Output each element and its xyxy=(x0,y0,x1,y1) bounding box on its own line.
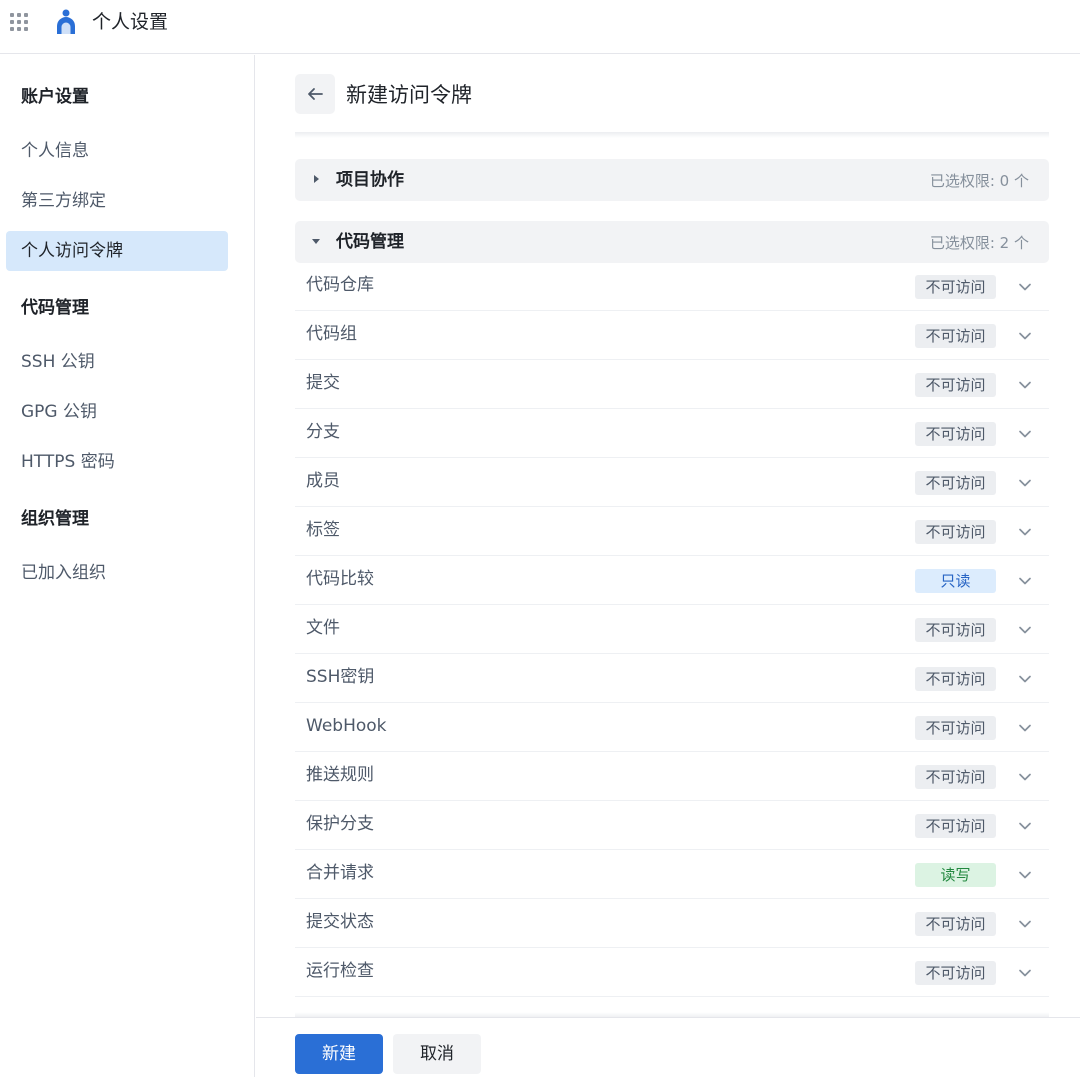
permission-label: WebHook xyxy=(306,716,387,736)
permission-row: 提交状态 不可访问 xyxy=(295,899,1049,948)
permission-label: SSH密钥 xyxy=(306,667,375,687)
permission-row: 代码组 不可访问 xyxy=(295,311,1049,360)
permission-row: 代码比较 只读 xyxy=(295,556,1049,605)
sidebar: 账户设置 个人信息 第三方绑定 个人访问令牌 代码管理 SSH 公钥 GPG 公… xyxy=(0,55,255,1077)
permission-row: 提交 不可访问 xyxy=(295,360,1049,409)
permission-row: 文件 不可访问 xyxy=(295,605,1049,654)
permission-label: 成员 xyxy=(306,471,340,491)
sidebar-item-profile[interactable]: 个人信息 xyxy=(6,131,228,171)
access-level-badge: 不可访问 xyxy=(915,716,996,740)
access-level-badge: 不可访问 xyxy=(915,324,996,348)
permission-label: 文件 xyxy=(306,618,340,638)
chevron-down-icon[interactable] xyxy=(1016,719,1034,737)
section-project-collab[interactable]: 项目协作 已选权限: 0 个 xyxy=(295,159,1049,201)
sidebar-item-gpg-key[interactable]: GPG 公钥 xyxy=(6,392,228,432)
arrow-left-icon xyxy=(308,88,323,100)
section-count: 已选权限: 0 个 xyxy=(929,172,1029,190)
create-button[interactable]: 新建 xyxy=(295,1034,383,1074)
access-level-badge: 不可访问 xyxy=(915,814,996,838)
chevron-down-icon[interactable] xyxy=(1016,278,1034,296)
chevron-down-icon[interactable] xyxy=(1016,376,1034,394)
chevron-down-icon[interactable] xyxy=(1016,964,1034,982)
permission-row: 合并请求 读写 xyxy=(295,850,1049,899)
chevron-down-icon[interactable] xyxy=(1016,915,1034,933)
sidebar-group-code: 代码管理 xyxy=(21,298,89,318)
page-title: 新建访问令牌 xyxy=(346,83,472,107)
access-level-badge: 不可访问 xyxy=(915,373,996,397)
access-level-badge: 只读 xyxy=(915,569,996,593)
access-level-badge: 不可访问 xyxy=(915,765,996,789)
access-level-badge: 不可访问 xyxy=(915,520,996,544)
permission-label: 推送规则 xyxy=(306,765,374,785)
access-level-badge: 不可访问 xyxy=(915,422,996,446)
permission-row: 分支 不可访问 xyxy=(295,409,1049,458)
permission-row: SSH密钥 不可访问 xyxy=(295,654,1049,703)
permission-label: 保护分支 xyxy=(306,814,374,834)
chevron-down-icon[interactable] xyxy=(1016,817,1034,835)
sidebar-item-https-password[interactable]: HTTPS 密码 xyxy=(6,442,228,482)
top-bar: 个人设置 xyxy=(0,0,1080,54)
permission-label: 运行检查 xyxy=(306,961,374,981)
access-level-badge: 不可访问 xyxy=(915,912,996,936)
access-level-badge: 不可访问 xyxy=(915,618,996,642)
sidebar-group-org: 组织管理 xyxy=(21,509,89,529)
section-name: 项目协作 xyxy=(336,170,404,190)
permission-label: 提交状态 xyxy=(306,912,374,932)
permission-label: 分支 xyxy=(306,422,340,442)
permission-list: 代码仓库 不可访问 代码组 不可访问 提交 不可访问 分支 不可访问 成员 不可访问 标签 不可访问代… xyxy=(295,262,1049,997)
chevron-down-icon[interactable] xyxy=(1016,523,1034,541)
chevron-down-icon[interactable] xyxy=(1016,768,1034,786)
permission-label: 代码仓库 xyxy=(306,275,374,295)
section-code-management[interactable]: 代码管理 已选权限: 2 个 xyxy=(295,221,1049,263)
permission-row: 成员 不可访问 xyxy=(295,458,1049,507)
caret-down-icon xyxy=(312,239,320,244)
access-level-badge: 不可访问 xyxy=(915,961,996,985)
permission-label: 合并请求 xyxy=(306,863,374,883)
section-count: 已选权限: 2 个 xyxy=(929,234,1029,252)
app-logo-icon[interactable] xyxy=(54,9,78,35)
permission-row: 运行检查 不可访问 xyxy=(295,948,1049,997)
permission-label: 标签 xyxy=(306,520,340,540)
access-level-badge: 不可访问 xyxy=(915,471,996,495)
permission-row: 标签 不可访问 xyxy=(295,507,1049,556)
grid-menu-icon[interactable] xyxy=(10,13,28,31)
access-level-badge: 读写 xyxy=(915,863,996,887)
back-button[interactable] xyxy=(295,74,335,114)
caret-right-icon xyxy=(314,175,319,183)
chevron-down-icon[interactable] xyxy=(1016,572,1034,590)
footer-bar: 新建 取消 xyxy=(256,1017,1080,1077)
chevron-down-icon[interactable] xyxy=(1016,327,1034,345)
access-level-badge: 不可访问 xyxy=(915,667,996,691)
scroll-top-shadow xyxy=(295,132,1049,138)
chevron-down-icon[interactable] xyxy=(1016,425,1034,443)
section-name: 代码管理 xyxy=(336,232,404,252)
access-level-badge: 不可访问 xyxy=(915,275,996,299)
sidebar-item-access-token[interactable]: 个人访问令牌 xyxy=(6,231,228,271)
cancel-button[interactable]: 取消 xyxy=(393,1034,481,1074)
chevron-down-icon[interactable] xyxy=(1016,866,1034,884)
sidebar-group-account: 账户设置 xyxy=(21,87,89,107)
sidebar-item-joined-orgs[interactable]: 已加入组织 xyxy=(6,553,228,593)
main-content: 新建访问令牌 项目协作 已选权限: 0 个 代码管理 已选权限: 2 个 代码仓… xyxy=(256,55,1080,1077)
sidebar-item-ssh-key[interactable]: SSH 公钥 xyxy=(6,342,228,382)
permission-row: 代码仓库 不可访问 xyxy=(295,262,1049,311)
chevron-down-icon[interactable] xyxy=(1016,621,1034,639)
permission-row: 保护分支 不可访问 xyxy=(295,801,1049,850)
permission-label: 提交 xyxy=(306,373,340,393)
app-title: 个人设置 xyxy=(92,11,169,33)
permission-row: 推送规则 不可访问 xyxy=(295,752,1049,801)
chevron-down-icon[interactable] xyxy=(1016,670,1034,688)
permission-row: WebHook 不可访问 xyxy=(295,703,1049,752)
permission-label: 代码比较 xyxy=(306,569,374,589)
permission-label: 代码组 xyxy=(306,324,357,344)
sidebar-item-third-party[interactable]: 第三方绑定 xyxy=(6,181,228,221)
chevron-down-icon[interactable] xyxy=(1016,474,1034,492)
